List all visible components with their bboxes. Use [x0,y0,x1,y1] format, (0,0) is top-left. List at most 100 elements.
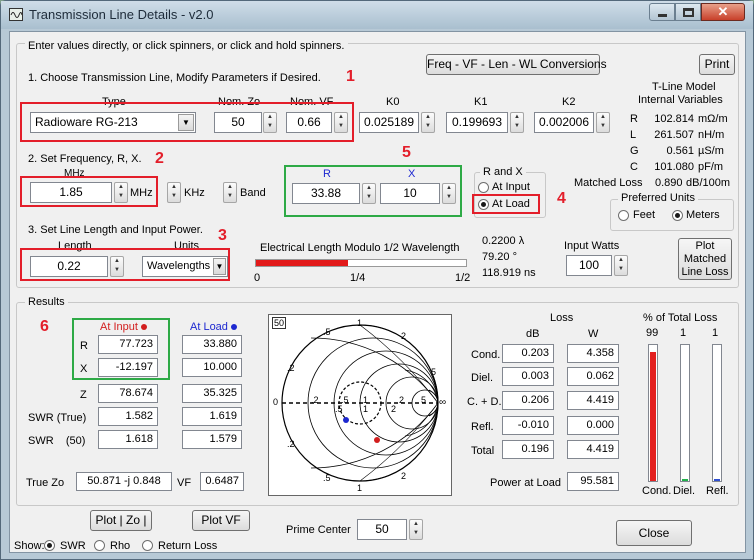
plot-matched-loss-label: Plot Matched Line Loss [681,240,729,278]
smith-label-axis-02: .2 [311,395,319,405]
row-label-swr-50: SWR (50) [28,435,86,447]
smith-chart-svg [281,324,439,482]
vf-label: VF [177,477,192,489]
power-at-load-label: Power at Load [490,477,561,489]
pct-cond-label: Cond. [642,485,672,497]
prime-center-spinner[interactable]: ▲ ▼ [409,519,423,540]
r-label: R [323,168,331,180]
pct-diel-value: 1 [680,327,687,339]
model-key-r: R [630,113,638,125]
band-spinner[interactable]: ▲ ▼ [223,182,237,203]
k0-field[interactable]: 0.025189 [359,112,419,133]
k2-spinner[interactable]: ▲ ▼ [596,112,610,133]
x-label: X [408,168,416,180]
input-watts-field[interactable]: 100 [566,255,612,276]
loss-total-db: 0.196 [502,440,554,459]
callout-box-3 [20,248,230,281]
smith-label-axis-0: 0 [273,397,279,407]
k1-field[interactable]: 0.199693 [446,112,508,133]
plot-matched-loss-button[interactable]: Plot Matched Line Loss [678,238,732,280]
callout-box-2 [20,176,158,207]
smith-label-bot-1: 1 [357,483,363,493]
callout-3: 3 [218,227,227,244]
print-button[interactable]: Print [699,54,735,75]
plot-zo-button[interactable]: Plot | Zo | [90,510,152,531]
pct-diel-bar [680,344,690,482]
prime-center-field[interactable]: 50 [357,519,407,540]
model-unit-r: mΩ/m [698,113,728,125]
elec-length-label: Electrical Length Modulo 1/2 Wavelength [260,242,460,254]
x-field[interactable]: 10 [380,183,440,204]
meters-radio-label: Meters [686,209,720,221]
row-label-z: Z [80,389,87,401]
at-input-header: At Input [100,321,147,333]
show-return-loss-radio[interactable] [142,540,153,551]
show-label: Show: [14,540,45,552]
model-units: mΩ/m nH/m µS/m pF/m [698,112,728,174]
smith-zo-badge: 50 [272,317,287,329]
smith-input-point [374,437,380,443]
maximize-button[interactable] [675,3,701,21]
input-watts-spinner[interactable]: ▲ ▼ [614,255,628,276]
feet-radio[interactable] [618,210,629,221]
loss-diel-w: 0.062 [567,367,619,386]
scale-quarter: 1/4 [350,272,366,284]
load-swr-50-value: 1.579 [182,430,242,449]
elec-length-bar-track [255,259,467,267]
matched-loss-unit: dB/100m [686,177,731,189]
k1-spinner[interactable]: ▲ ▼ [510,112,524,133]
model-key-c: C [630,161,638,173]
pct-diel-label: Diel. [673,485,696,497]
callout-box-4 [472,194,540,214]
window-title: Transmission Line Details - v2.0 [29,7,214,22]
scale-half: 1/2 [455,272,471,284]
show-rho-radio[interactable] [94,540,105,551]
input-swr-true-value: 1.582 [98,407,158,426]
model-values: 102.814 261.507 0.561 101.080 [640,112,694,174]
matched-loss-value: 0.890 [655,177,683,189]
plot-vf-button[interactable]: Plot VF [192,510,250,531]
rx-mode-title: R and X [480,166,526,178]
r-field[interactable]: 33.88 [292,183,360,204]
loss-title: Loss [550,312,574,324]
smith-label-top-05: .5 [323,327,331,337]
smith-label-top-1: 1 [357,318,363,328]
at-input-header-label: At Input [100,321,138,333]
input-watts-label: Input Watts [564,240,620,252]
smith-label-axis-2: 2 [399,395,405,405]
callout-4: 4 [557,190,566,207]
scale-zero: 0 [254,272,261,284]
model-unit-g: µS/m [698,145,724,157]
window-close-button[interactable]: ✕ [701,3,745,21]
x-spinner[interactable]: ▲ ▼ [442,183,456,204]
close-button[interactable]: Close [616,520,692,546]
input-swr-50-value: 1.618 [98,430,158,449]
smith-label-mid-05: .5 [335,404,343,414]
smith-label-bot-02: .2 [287,439,295,449]
callout-6: 6 [40,318,49,335]
meters-radio[interactable] [672,210,683,221]
loss-cond-db: 0.203 [502,344,554,363]
loss-label-cd: C. + D. [467,396,502,408]
pct-refl-value: 1 [712,327,719,339]
khz-spinner[interactable]: ▲ ▼ [167,182,181,203]
close-x-icon: ✕ [717,4,729,19]
r-spinner[interactable]: ▲ ▼ [362,183,376,204]
k0-spinner[interactable]: ▲ ▼ [421,112,435,133]
smith-label-bot-05: .5 [323,473,331,483]
k2-field[interactable]: 0.002006 [534,112,594,133]
power-at-load-value: 95.581 [567,472,619,491]
instructions-text: Enter values directly, or click spinners… [25,40,348,52]
loss-diel-db: 0.003 [502,367,554,386]
load-x-value: 10.000 [182,358,242,377]
conversions-button[interactable]: Freq - VF - Len - WL Conversions [426,54,607,75]
row-label-r: R [80,340,88,352]
callout-box-1 [20,102,354,142]
show-return-loss-label: Return Loss [158,540,218,552]
feet-radio-label: Feet [633,209,656,221]
at-input-radio[interactable] [478,182,489,193]
callout-2: 2 [155,150,164,167]
smith-label-axis-5: 5 [421,395,427,405]
minimize-button[interactable] [649,3,675,21]
show-swr-radio[interactable] [44,540,55,551]
